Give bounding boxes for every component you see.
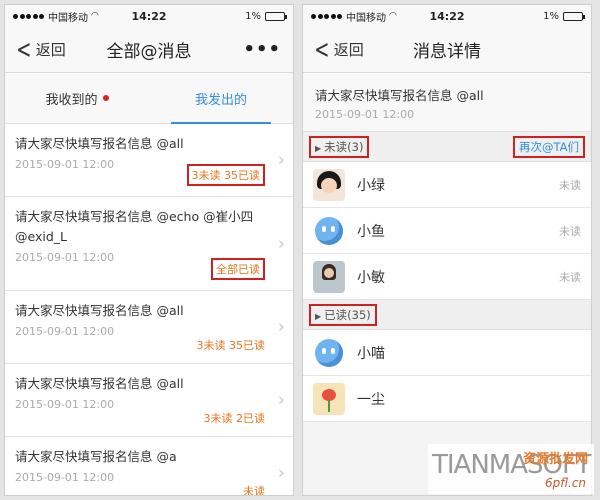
chevron-left-icon: < <box>16 34 32 65</box>
message-text: 请大家尽快填写报名信息 @all <box>15 376 184 391</box>
list-item[interactable]: 小喵 <box>303 330 591 376</box>
chevron-right-icon: › <box>277 149 285 171</box>
message-text: 请大家尽快填写报名信息 @a <box>15 449 177 464</box>
unread-section-header: ▶ 未读(3) 再次@TA们 <box>303 132 591 162</box>
status-bar: 中国移动 ◠ 14:22 1% <box>303 5 591 27</box>
tab-received-label: 我收到的 <box>45 92 98 108</box>
flower-icon <box>313 382 345 415</box>
tab-received[interactable]: 我收到的 <box>5 73 149 123</box>
person-name: 小喵 <box>357 345 385 362</box>
battery-percent: 1% <box>245 10 261 22</box>
triangle-right-icon: ▶ <box>315 311 322 321</box>
battery-indicator: 1% <box>543 10 585 22</box>
list-item[interactable]: 一尘 <box>303 376 591 422</box>
left-phone-screen: 中国移动 ◠ 14:22 1% < 返回 全部@消息 ••• 我收到的 我发出的… <box>4 4 294 496</box>
blue-blob-icon <box>313 337 345 369</box>
triangle-right-icon: ▶ <box>315 143 322 153</box>
battery-icon <box>563 11 585 21</box>
chevron-right-icon: › <box>277 233 285 254</box>
read-status-badge: 3未读 35已读 <box>196 339 266 352</box>
signal-icon <box>311 13 342 19</box>
tab-sent-label: 我发出的 <box>194 92 247 108</box>
read-section-header: ▶ 已读(35) <box>303 300 591 330</box>
tab-sent[interactable]: 我发出的 <box>149 73 293 124</box>
message-date: 2015-09-01 12:00 <box>315 108 415 121</box>
tab-bar: 我收到的 我发出的 <box>5 73 293 124</box>
read-status-badge: 未读 <box>243 485 265 496</box>
person-name: 小鱼 <box>357 223 385 240</box>
wifi-icon: ◠ <box>91 11 99 21</box>
read-count-label: 已读(35) <box>324 307 371 322</box>
person-read-status: 未读 <box>559 270 581 284</box>
unread-dot-icon <box>102 95 109 101</box>
navigation-bar: < 返回 消息详情 <box>303 27 591 73</box>
battery-percent: 1% <box>543 10 559 22</box>
chevron-right-icon: › <box>277 462 285 484</box>
person-read-status: 未读 <box>559 178 581 192</box>
back-button[interactable]: < 返回 <box>5 37 66 63</box>
carrier-label: 中国移动 <box>346 12 386 24</box>
list-item[interactable]: 小敏 未读 <box>303 254 591 300</box>
battery-icon <box>265 11 287 21</box>
remind-again-button[interactable]: 再次@TA们 <box>513 135 585 158</box>
signal-icon <box>13 13 44 19</box>
back-label: 返回 <box>35 41 66 59</box>
navigation-bar: < 返回 全部@消息 ••• <box>5 27 293 73</box>
list-item[interactable]: 小绿 未读 <box>303 162 591 208</box>
chevron-left-icon: < <box>314 34 330 65</box>
read-status-badge: 3未读 35已读 <box>186 164 265 186</box>
read-status-badge: 全部已读 <box>211 258 265 280</box>
read-section-toggle[interactable]: ▶ 已读(35) <box>309 303 377 326</box>
list-item[interactable]: 请大家尽快填写报名信息 @echo @崔小四 @exid_L 2015-09-0… <box>5 197 293 291</box>
list-item[interactable]: 请大家尽快填写报名信息 @all 2015-09-01 12:00 3未读 2已… <box>5 364 293 437</box>
person-name: 小绿 <box>357 177 385 194</box>
unread-section-toggle[interactable]: ▶ 未读(3) <box>309 135 370 158</box>
back-label: 返回 <box>333 41 364 59</box>
chevron-right-icon: › <box>277 389 285 411</box>
person-read-status: 未读 <box>559 224 581 238</box>
battery-indicator: 1% <box>245 10 287 22</box>
status-bar: 中国移动 ◠ 14:22 1% <box>5 5 293 27</box>
person-name: 一尘 <box>357 391 385 408</box>
girl-cartoon-icon <box>313 168 345 201</box>
photo-avatar <box>313 260 345 293</box>
wifi-icon: ◠ <box>389 11 397 21</box>
message-date: 2015-09-01 12:00 <box>15 471 115 484</box>
blue-blob-icon <box>313 215 345 247</box>
list-item[interactable]: 小鱼 未读 <box>303 208 591 254</box>
unread-count-label: 未读(3) <box>324 139 364 154</box>
read-status-badge: 3未读 2已读 <box>203 412 266 425</box>
message-text: 请大家尽快填写报名信息 @echo @崔小四 @exid_L <box>15 209 254 244</box>
list-item[interactable]: 请大家尽快填写报名信息 @all 2015-09-01 12:00 3未读 35… <box>5 291 293 364</box>
right-phone-screen: 中国移动 ◠ 14:22 1% < 返回 消息详情 请大家尽快填写报名信息 @a… <box>302 4 592 496</box>
message-text: 请大家尽快填写报名信息 @all <box>315 88 484 103</box>
message-detail: 请大家尽快填写报名信息 @all 2015-09-01 12:00 <box>303 73 591 132</box>
carrier-label: 中国移动 <box>48 12 88 24</box>
message-text: 请大家尽快填写报名信息 @all <box>15 303 184 318</box>
list-item[interactable]: 请大家尽快填写报名信息 @all 2015-09-01 12:00 3未读 35… <box>5 124 293 197</box>
back-button[interactable]: < 返回 <box>303 37 364 63</box>
chevron-right-icon: › <box>277 316 285 338</box>
more-options-button[interactable]: ••• <box>243 39 293 60</box>
message-list: 请大家尽快填写报名信息 @all 2015-09-01 12:00 3未读 35… <box>5 124 293 496</box>
list-item[interactable]: 请大家尽快填写报名信息 @a 2015-09-01 12:00 未读 › <box>5 437 293 496</box>
person-name: 小敏 <box>357 269 385 286</box>
message-text: 请大家尽快填写报名信息 @all <box>15 136 184 151</box>
